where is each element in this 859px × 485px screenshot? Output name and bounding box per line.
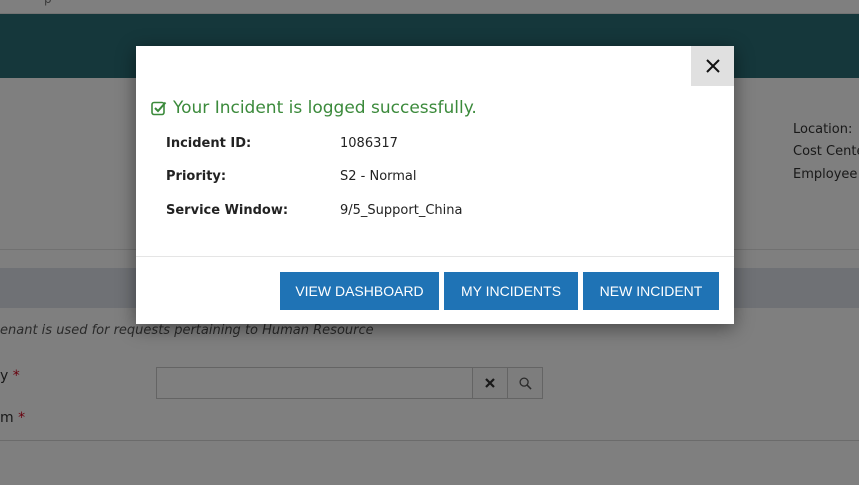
new-incident-button[interactable]: NEW INCIDENT	[583, 272, 719, 310]
detail-row-priority: Priority: S2 - Normal	[166, 169, 566, 187]
modal-footer-divider	[136, 256, 734, 257]
close-icon	[705, 59, 720, 73]
close-button[interactable]	[691, 46, 734, 86]
view-dashboard-button[interactable]: VIEW DASHBOARD	[280, 272, 439, 310]
detail-row-service-window: Service Window: 9/5_Support_China	[166, 203, 566, 221]
incident-id-label: Incident ID:	[166, 136, 252, 151]
priority-label: Priority:	[166, 169, 227, 184]
priority-value: S2 - Normal	[340, 169, 417, 184]
incident-success-dialog: Your Incident is logged successfully. In…	[136, 46, 734, 324]
service-window-value: 9/5_Support_China	[340, 203, 463, 218]
success-message-row: Your Incident is logged successfully.	[151, 98, 477, 118]
check-square-icon	[151, 101, 167, 116]
success-message: Your Incident is logged successfully.	[173, 98, 477, 118]
service-window-label: Service Window:	[166, 203, 289, 218]
my-incidents-button[interactable]: MY INCIDENTS	[444, 272, 578, 310]
detail-row-incident-id: Incident ID: 1086317	[166, 136, 566, 154]
incident-id-value: 1086317	[340, 136, 398, 151]
